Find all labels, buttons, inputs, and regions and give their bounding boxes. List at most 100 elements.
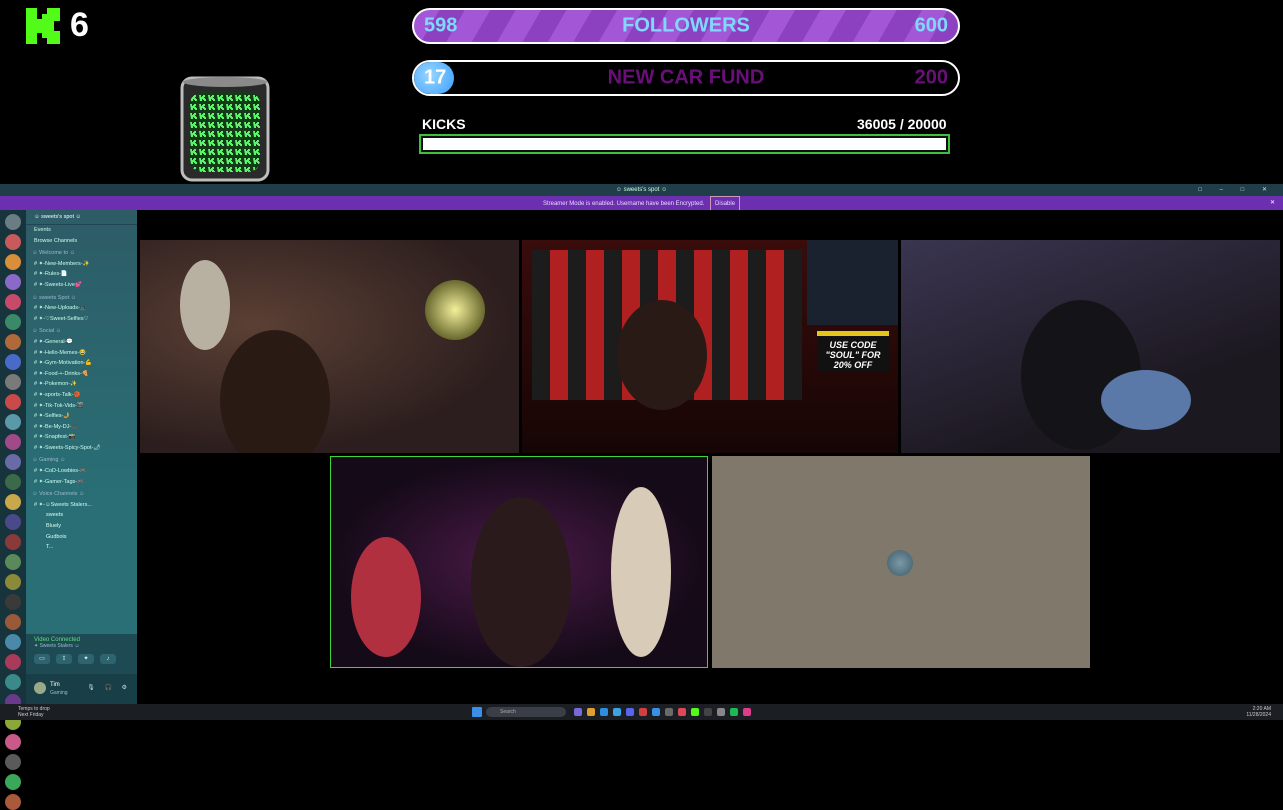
server-icon[interactable] <box>5 594 21 610</box>
screen-share-button[interactable]: ⇪ <box>56 654 72 664</box>
video-tile-4[interactable] <box>330 456 708 668</box>
channel-category[interactable]: ☺ Welcome to ☺ <box>26 248 137 259</box>
app-icon[interactable] <box>574 708 582 716</box>
channel-item[interactable]: # ✦-Gamer-Tags-🎮 <box>26 477 137 488</box>
channel-item[interactable]: # ✦-New-Uploads-📺 <box>26 303 137 314</box>
activities-button[interactable]: ✦ <box>78 654 94 664</box>
server-icon[interactable] <box>5 354 21 370</box>
server-icon[interactable] <box>5 414 21 430</box>
close-icon[interactable]: ✕ <box>1270 196 1275 210</box>
channel-category[interactable]: ☺ Voice Channels ☺ <box>26 489 137 500</box>
channel-item[interactable]: # ✦-Sweets-Spicy-Spot-🌶 <box>26 443 137 454</box>
video-tile-5-camera-off[interactable] <box>712 456 1090 668</box>
channel-item[interactable]: # ✦-Be-My-DJ-🎧 <box>26 422 137 433</box>
server-icon[interactable] <box>5 314 21 330</box>
channel-item[interactable]: # ✦-CoD-Lowbies-🎮 <box>26 466 137 477</box>
username: Tim <box>50 682 60 688</box>
server-icon[interactable] <box>5 734 21 750</box>
followers-goal-bar: 598 FOLLOWERS 600 <box>412 8 960 44</box>
app-icon[interactable] <box>652 708 660 716</box>
app-icon[interactable] <box>743 708 751 716</box>
clock[interactable]: 2:20 AM 11/28/2024 <box>1246 706 1271 718</box>
server-icon[interactable] <box>5 574 21 590</box>
car-fund-target: 200 <box>914 66 948 89</box>
channel-item[interactable]: # ✦-New-Members-✨ <box>26 259 137 270</box>
server-icon[interactable] <box>5 494 21 510</box>
channel-item[interactable]: # ✦-Pokemon-✨ <box>26 379 137 390</box>
voice-member[interactable]: Bluely <box>26 521 137 532</box>
taskbar-apps <box>574 708 751 716</box>
server-icon[interactable] <box>5 454 21 470</box>
server-icon[interactable] <box>5 394 21 410</box>
server-icon[interactable] <box>5 434 21 450</box>
server-icon[interactable] <box>5 674 21 690</box>
server-icon[interactable] <box>5 474 21 490</box>
kicks-progress-fill <box>423 138 946 150</box>
kick-icon[interactable] <box>691 708 699 716</box>
app-icon[interactable] <box>665 708 673 716</box>
server-icon[interactable] <box>5 214 21 230</box>
video-tile-2[interactable]: USE CODE "SOUL" FOR 20% OFF <box>522 240 898 453</box>
voice-member[interactable]: T... <box>26 542 137 553</box>
followers-label: FOLLOWERS <box>622 14 750 37</box>
video-tile-1[interactable] <box>140 240 519 453</box>
server-icon[interactable] <box>5 794 21 810</box>
server-icon[interactable] <box>5 234 21 250</box>
app-icon[interactable] <box>717 708 725 716</box>
weather-widget[interactable]: Temps to drop Next Friday <box>18 706 50 718</box>
app-icon[interactable] <box>639 708 647 716</box>
voice-member[interactable]: Gudbois <box>26 532 137 543</box>
server-icon[interactable] <box>5 514 21 530</box>
sidebar-nav-item[interactable]: Events <box>26 225 137 236</box>
edge-icon[interactable] <box>613 708 621 716</box>
server-icon[interactable] <box>5 254 21 270</box>
voice-member[interactable]: sweets <box>26 510 137 521</box>
voice-connected-panel: Video Connected ✦ Sweets Stalers ☺ ▭ ⇪ ✦… <box>26 634 137 674</box>
app-icon[interactable] <box>704 708 712 716</box>
server-icon[interactable] <box>5 534 21 550</box>
browser-icon[interactable] <box>600 708 608 716</box>
channel-item[interactable]: # ✦-Food-+-Drinks-🍕 <box>26 369 137 380</box>
discord-window: ☺ sweets's spot ☺ □ – □ ✕ Streamer Mode … <box>0 184 1283 810</box>
server-icon[interactable] <box>5 274 21 290</box>
channel-item[interactable]: # ✦-Tik-Tok-Vids-🎬 <box>26 401 137 412</box>
channel-category[interactable]: ☺ Gaming ☺ <box>26 455 137 466</box>
channel-item[interactable]: # ✦-Rules-📄 <box>26 269 137 280</box>
channel-item[interactable]: # ✦-Selfies-🤳 <box>26 411 137 422</box>
spotify-icon[interactable] <box>730 708 738 716</box>
channel-category[interactable]: ☺ Social ☺ <box>26 326 137 337</box>
server-icon[interactable] <box>5 654 21 670</box>
channel-item[interactable]: # ✦-Gym-Motivation-💪 <box>26 358 137 369</box>
server-icon[interactable] <box>5 754 21 770</box>
server-icon[interactable] <box>5 634 21 650</box>
server-icon[interactable] <box>5 554 21 570</box>
app-icon[interactable] <box>678 708 686 716</box>
start-icon[interactable] <box>472 707 482 717</box>
server-icon[interactable] <box>5 374 21 390</box>
camera-button[interactable]: ▭ <box>34 654 50 664</box>
sidebar-nav-item[interactable]: Browse Channels <box>26 236 137 247</box>
channel-item[interactable]: # ✦-Snapfest-📸 <box>26 432 137 443</box>
channel-item[interactable]: # ✦-General-💬 <box>26 337 137 348</box>
channel-item[interactable]: # ✦-☺Sweets Stalers... <box>26 500 137 511</box>
voice-connected-title: Video Connected <box>34 637 80 643</box>
video-tile-3[interactable] <box>901 240 1280 453</box>
channel-category[interactable]: ☺ sweets Spot ☺ <box>26 293 137 304</box>
server-name[interactable]: ☺ sweets's spot ☺ <box>26 210 137 225</box>
window-controls[interactable]: □ – □ ✕ <box>1198 184 1275 196</box>
server-icon[interactable] <box>5 334 21 350</box>
folder-icon[interactable] <box>587 708 595 716</box>
channel-item[interactable]: # ✦-sports-Talk-🏀 <box>26 390 137 401</box>
server-icon[interactable] <box>5 614 21 630</box>
channel-item[interactable]: # ✦-Sweets-Live💕 <box>26 280 137 291</box>
channel-item[interactable]: # ✦-♡Sweet-Selfies♡ <box>26 314 137 325</box>
server-icon[interactable] <box>5 774 21 790</box>
user-controls[interactable]: 🎙 🎧 ⚙ <box>87 684 131 691</box>
server-icon[interactable] <box>5 294 21 310</box>
soundboard-button[interactable]: ♪ <box>100 654 116 664</box>
avatar[interactable] <box>34 682 46 694</box>
discord-icon[interactable] <box>626 708 634 716</box>
channel-item[interactable]: # ✦-Hello-Memes-😂 <box>26 348 137 359</box>
car-fund-label: NEW CAR FUND <box>607 66 765 89</box>
search-input[interactable]: Search <box>486 707 566 717</box>
